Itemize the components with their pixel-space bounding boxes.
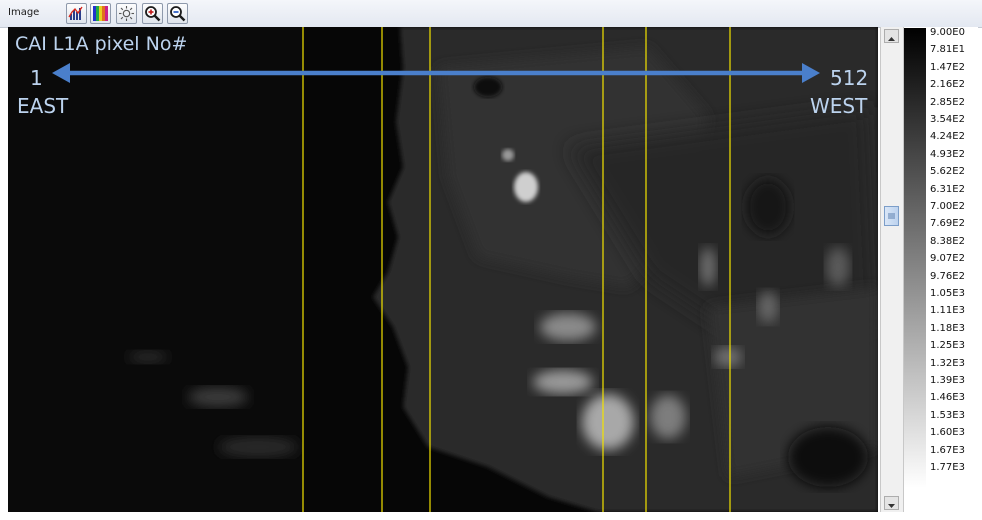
colorbar-tick-label: 8.38E2 [930, 236, 965, 247]
grip-icon [888, 213, 895, 219]
satellite-image [8, 27, 878, 512]
colorbar-tick-label: 1.47E2 [930, 62, 965, 73]
zoom-out-button[interactable] [167, 3, 188, 24]
zoom-in-icon [145, 6, 161, 22]
scroll-thumb[interactable] [884, 206, 899, 226]
grayscale-colorbar [904, 28, 926, 488]
colorbar-tick-label: 1.05E3 [930, 288, 965, 299]
image-menu[interactable]: Image [8, 7, 39, 18]
colorbar-tick-label: 4.93E2 [930, 149, 965, 160]
colorbar-tick-label: 3.54E2 [930, 114, 965, 125]
arrow-down-icon [888, 504, 895, 508]
colorbar-tick-label: 1.67E3 [930, 445, 965, 456]
image-viewport[interactable]: CAI L1A pixel No# 1 EAST 512 WEST [8, 27, 878, 512]
colorbar-tick-label: 7.00E2 [930, 201, 965, 212]
colorbar-tick-label: 1.18E3 [930, 323, 965, 334]
brightness-button[interactable] [116, 3, 137, 24]
scroll-up-button[interactable] [884, 29, 899, 43]
colorbar-tick-label: 2.16E2 [930, 79, 965, 90]
colorbar-tick-label: 1.77E3 [930, 462, 965, 473]
histogram-button[interactable] [66, 3, 87, 24]
pixel-number-title: CAI L1A pixel No# [15, 33, 188, 55]
arrow-up-icon [888, 37, 895, 41]
colorbar-tick-label: 1.46E3 [930, 392, 965, 403]
colorbar-tick-label: 2.85E2 [930, 97, 965, 108]
colorbar-legend: 9.00E0 7.81E1 1.47E2 2.16E2 2.85E2 3.54E2 4.24… [903, 27, 978, 517]
east-label: EAST [17, 94, 69, 118]
colorbar-tick-label: 5.62E2 [930, 166, 965, 177]
colorbar-tick-label: 6.31E2 [930, 184, 965, 195]
colorbar-tick-label: 7.69E2 [930, 218, 965, 229]
colorbar-tick-label: 9.00E0 [930, 27, 965, 38]
west-label: WEST [810, 94, 868, 118]
colorbar-tick-label: 4.24E2 [930, 131, 965, 142]
west-pixel-number: 512 [830, 66, 869, 90]
colorbar-tick-label: 1.39E3 [930, 375, 965, 386]
colorbar-tick-label: 9.76E2 [930, 271, 965, 282]
colorbar-tick-label: 7.81E1 [930, 44, 965, 55]
colorbar-tick-label: 1.11E3 [930, 305, 965, 316]
vertical-scrollbar[interactable] [880, 27, 903, 512]
window-bottom-edge [0, 512, 982, 520]
colorbar-tick-label: 1.60E3 [930, 427, 965, 438]
colorbar-tick-label: 9.07E2 [930, 253, 965, 264]
toolbar: Image [0, 0, 982, 28]
colorbar-tick-label: 1.25E3 [930, 340, 965, 351]
colorbar-tick-label: 1.53E3 [930, 410, 965, 421]
colorbar-tick-label: 1.32E3 [930, 358, 965, 369]
colormap-icon [93, 6, 108, 21]
east-pixel-number: 1 [30, 66, 43, 90]
zoom-out-icon [170, 6, 186, 22]
colormap-button[interactable] [90, 3, 111, 24]
brightness-icon [119, 6, 134, 21]
histogram-icon [68, 6, 83, 20]
zoom-in-button[interactable] [142, 3, 163, 24]
scroll-down-button[interactable] [884, 496, 899, 510]
